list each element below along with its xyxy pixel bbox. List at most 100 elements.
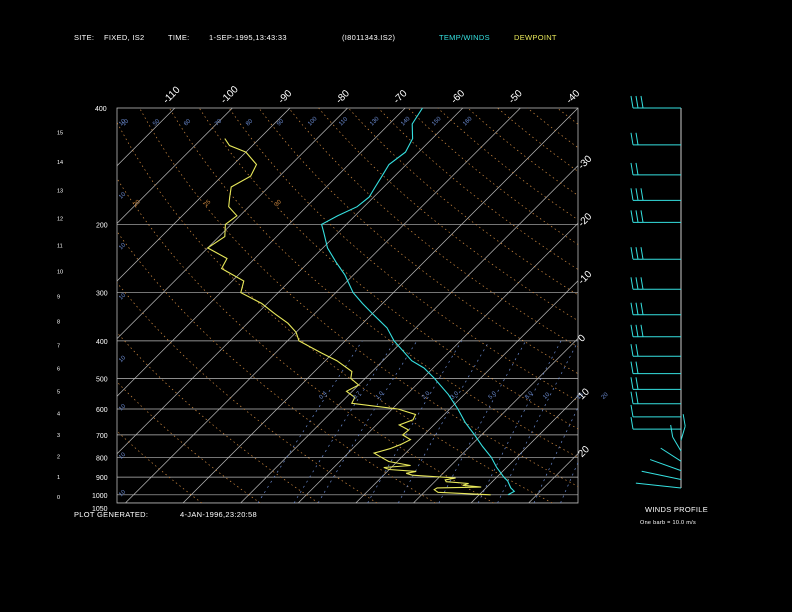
top-temp-label: -50 <box>507 88 525 106</box>
height-km-label: 14 <box>57 160 63 166</box>
isotherm-line <box>117 108 348 340</box>
plot-generated-value: 4-JAN-1996,23:20:58 <box>180 510 257 519</box>
isotherm-line <box>117 108 406 397</box>
wind-barb-flag <box>630 302 634 315</box>
dry-adiabat <box>467 108 578 196</box>
plot-area <box>0 108 792 503</box>
left-grid-label: 10 <box>118 403 127 412</box>
upper-grid-label: 70 <box>214 118 223 127</box>
dry-adiabat <box>527 108 578 149</box>
pressure-tick-label: 500 <box>96 376 108 383</box>
mixing-ratio-line <box>367 340 462 503</box>
isotherm-line <box>117 108 233 224</box>
wind-barb-flag <box>630 391 634 404</box>
wind-barb-flag <box>630 162 634 175</box>
upper-grid-label: 130 <box>369 116 381 128</box>
mixing-ratio-line <box>560 461 578 503</box>
mixing-ratio-label: 5.0 <box>488 390 499 401</box>
height-km-label: 7 <box>57 343 60 349</box>
wind-barb-flag <box>630 132 634 145</box>
mixing-ratio-line <box>533 406 578 503</box>
left-grid-label: 10 <box>118 451 127 460</box>
dry-adiabat <box>617 108 792 503</box>
pressure-tick-label: 900 <box>96 475 108 482</box>
dry-adiabat <box>139 108 578 487</box>
dry-adiabat <box>198 108 578 430</box>
wind-barb-flag <box>635 188 639 201</box>
wind-barb-flag <box>635 247 639 260</box>
wind-barb-flag <box>635 377 639 390</box>
isotherm-line <box>0 108 2 503</box>
wind-barb-flag <box>630 324 634 337</box>
legend-dew: DEWPOINT <box>514 33 557 42</box>
temperature-trace <box>320 108 516 496</box>
wind-barb-flag <box>635 132 639 145</box>
isotherm-line <box>355 280 578 503</box>
wind-barb-flag <box>640 95 644 109</box>
upper-grid-label: 140 <box>400 116 412 128</box>
wind-barb-flag <box>640 210 644 223</box>
top-temp-label: -70 <box>392 88 410 106</box>
dry-adiabat <box>647 108 792 503</box>
dry-adiabat <box>117 430 203 503</box>
pressure-tick-label: 600 <box>96 407 108 414</box>
height-km-label: 6 <box>57 367 60 373</box>
top-temp-label: -40 <box>564 88 582 106</box>
height-km-label: 3 <box>57 433 60 439</box>
height-km-label: 0 <box>57 495 60 501</box>
left-grid-label: 10 <box>118 355 127 364</box>
height-km-label: 15 <box>57 130 63 136</box>
dry-adiabat <box>587 108 792 503</box>
pressure-tick-label: 300 <box>96 291 108 298</box>
dry-adiabat <box>117 331 319 503</box>
wind-barb-flag <box>635 277 639 290</box>
top-temp-label: -60 <box>449 88 467 106</box>
pressure-tick-label: 200 <box>96 222 108 229</box>
winds-profile-title: WINDS PROFILE <box>645 505 709 514</box>
wind-barb-flag <box>640 188 644 201</box>
height-km-label: 4 <box>57 412 60 418</box>
dewpoint-trace <box>206 138 491 496</box>
upper-grid-label: 90 <box>276 118 285 127</box>
mixing-ratio-label: 2.0 <box>421 390 432 401</box>
mixing-ratio-line <box>257 340 363 503</box>
dry-adiabat <box>318 108 578 322</box>
height-km-label: 11 <box>57 243 63 249</box>
wind-barb-flag <box>630 210 634 223</box>
isotherm-line <box>0 108 60 503</box>
wind-barb-flag <box>630 404 634 417</box>
mixing-ratio-line <box>397 340 490 503</box>
right-temp-label: -20 <box>576 211 594 229</box>
time-value: 1-SEP-1995,13:43:33 <box>209 33 287 42</box>
isotherm-line <box>297 222 578 503</box>
wind-barb-flag <box>630 361 634 374</box>
mixing-ratio-label: 1.0 <box>375 390 386 401</box>
wind-barb-flag <box>630 417 634 430</box>
top-temp-label: -80 <box>334 88 352 106</box>
upper-grid-label: 50 <box>152 118 161 127</box>
wind-barb-flag <box>635 391 639 404</box>
wind-barb-flag <box>635 344 639 357</box>
upper-grid-label: 150 <box>431 116 443 128</box>
isotherm-line <box>586 108 792 503</box>
left-grid-label: 10 <box>118 292 127 301</box>
wind-barb-flag <box>630 377 634 390</box>
legend-temp: TEMP/WINDS <box>439 33 490 42</box>
height-km-label: 2 <box>57 454 60 460</box>
file-id: (I8011343.IS2) <box>342 33 396 42</box>
dry-adiabat <box>556 108 578 125</box>
isotherm-line <box>240 165 578 503</box>
pressure-tick-label: 700 <box>96 433 108 440</box>
height-km-label: 1 <box>57 475 60 481</box>
wind-barb-flag <box>640 302 644 315</box>
upper-grid-label: 160 <box>462 116 474 128</box>
site-value: FIXED, IS2 <box>104 33 145 42</box>
dry-adiabat <box>117 381 261 503</box>
upper-grid-label: 80 <box>245 118 254 127</box>
wind-barb-flag <box>670 424 674 438</box>
height-km-label: 12 <box>57 216 63 222</box>
height-km-label: 10 <box>57 269 63 275</box>
dry-adiabat <box>117 282 378 503</box>
wind-barb-flag <box>630 277 634 290</box>
wind-barb-flag <box>635 324 639 337</box>
